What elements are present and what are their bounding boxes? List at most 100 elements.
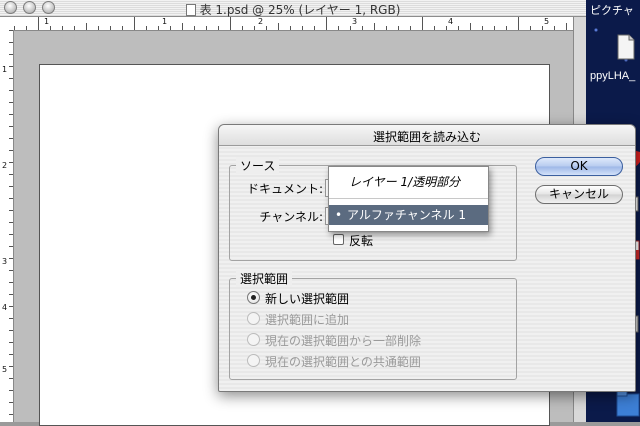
ruler-tick xyxy=(9,318,13,319)
ruler-tick xyxy=(14,26,15,30)
ruler-tick xyxy=(9,126,13,127)
ruler-tick xyxy=(9,270,13,271)
ruler-number: 2 xyxy=(2,161,8,170)
ruler-tick xyxy=(9,42,13,43)
document-titlebar[interactable]: 表 1.psd @ 25% (レイヤー 1, RGB) xyxy=(0,0,586,17)
ruler-tick xyxy=(350,26,351,30)
ruler-tick xyxy=(302,26,303,30)
load-selection-dialog: 選択範囲を読み込む ソース ドキュメント: チャンネル: 反転 選択範囲 新しい… xyxy=(218,124,636,392)
ruler-tick xyxy=(110,26,111,30)
horizontal-ruler[interactable]: 1 1 2 3 4 5 xyxy=(0,17,573,31)
ruler-tick xyxy=(194,26,195,30)
ruler-tick xyxy=(9,306,13,307)
ruler-tick xyxy=(9,402,13,403)
ruler-tick xyxy=(9,66,13,67)
channel-popup-menu: レイヤー 1/透明部分 • アルファチャンネル 1 xyxy=(328,166,489,232)
menu-item-alpha-channel[interactable]: • アルファチャンネル 1 xyxy=(329,205,488,225)
menu-bullet-icon: • xyxy=(335,208,343,222)
ruler-tick xyxy=(9,150,13,151)
ruler-tick xyxy=(9,246,13,247)
invert-label[interactable]: 反転 xyxy=(349,232,373,249)
radio-add-to-selection[interactable] xyxy=(247,312,260,325)
ruler-number: 3 xyxy=(352,17,358,26)
ruler-tick xyxy=(9,198,13,199)
ruler-tick xyxy=(9,390,13,391)
invert-checkbox[interactable] xyxy=(333,234,344,245)
ruler-tick xyxy=(146,26,147,30)
ruler-tick xyxy=(9,258,13,259)
radio-subtract-from-selection-label[interactable]: 現在の選択範囲から一部削除 xyxy=(265,332,421,349)
radio-intersect-selection-label[interactable]: 現在の選択範囲との共通範囲 xyxy=(265,353,421,370)
radio-new-selection[interactable] xyxy=(247,291,260,304)
ruler-tick xyxy=(230,17,231,30)
ruler-tick xyxy=(9,342,13,343)
ruler-tick xyxy=(9,174,13,175)
ruler-tick xyxy=(530,26,531,30)
ruler-number: 1 xyxy=(2,65,8,74)
ruler-tick xyxy=(9,414,13,415)
ruler-tick xyxy=(518,17,519,30)
dialog-title: 選択範囲を読み込む xyxy=(372,130,481,144)
menu-item-layer-transparency[interactable]: レイヤー 1/透明部分 xyxy=(329,173,488,191)
source-group-legend: ソース xyxy=(236,157,280,174)
radio-add-to-selection-label[interactable]: 選択範囲に追加 xyxy=(265,311,349,328)
ruler-tick xyxy=(26,26,27,30)
ruler-tick xyxy=(182,23,183,30)
ruler-tick xyxy=(170,26,171,30)
vertical-ruler[interactable]: 1 2 3 4 5 xyxy=(0,30,14,422)
ruler-number: 5 xyxy=(2,365,8,374)
ruler-tick xyxy=(9,30,13,31)
ruler-tick xyxy=(266,26,267,30)
radio-subtract-from-selection[interactable] xyxy=(247,333,260,346)
cancel-button[interactable]: キャンセル xyxy=(535,185,623,204)
ruler-tick xyxy=(9,282,13,283)
ruler-tick xyxy=(410,26,411,30)
ruler-tick xyxy=(9,366,13,367)
radio-new-selection-label[interactable]: 新しい選択範囲 xyxy=(265,290,349,307)
ruler-tick xyxy=(542,26,543,30)
menu-separator xyxy=(329,198,488,199)
ruler-tick xyxy=(9,330,13,331)
document-title: 表 1.psd @ 25% (レイヤー 1, RGB) xyxy=(0,1,586,18)
dialog-titlebar[interactable]: 選択範囲を読み込む xyxy=(219,125,635,146)
desktop-label-pictures[interactable]: ピクチャ xyxy=(590,2,634,18)
ruler-tick xyxy=(74,26,75,30)
ruler-tick xyxy=(9,90,13,91)
ruler-number: 1 xyxy=(44,17,50,26)
ruler-tick xyxy=(134,17,135,30)
ruler-tick xyxy=(9,114,13,115)
document-label: ドキュメント: xyxy=(246,182,323,196)
ruler-tick xyxy=(158,26,159,30)
ruler-tick xyxy=(470,23,471,30)
ruler-tick xyxy=(362,26,363,30)
ruler-tick xyxy=(9,78,13,79)
ruler-tick xyxy=(398,26,399,30)
desktop-label-file[interactable]: ppyLHA_ xyxy=(590,70,635,82)
ruler-number: 1 xyxy=(162,17,168,26)
ruler-number: 5 xyxy=(544,17,550,26)
document-icon[interactable] xyxy=(616,34,636,60)
ruler-tick xyxy=(422,17,423,30)
ruler-tick xyxy=(434,26,435,30)
ruler-tick xyxy=(122,26,123,30)
ruler-number: 3 xyxy=(2,257,8,266)
ruler-tick xyxy=(62,26,63,30)
ruler-tick xyxy=(86,23,87,30)
ruler-tick xyxy=(9,54,13,55)
ruler-tick xyxy=(374,23,375,30)
ruler-tick xyxy=(386,26,387,30)
radio-intersect-selection[interactable] xyxy=(247,354,260,367)
ruler-tick xyxy=(9,210,13,211)
ruler-tick xyxy=(9,186,13,187)
ruler-tick xyxy=(326,17,327,30)
ruler-tick xyxy=(242,26,243,30)
folder-icon[interactable] xyxy=(616,388,640,418)
ruler-tick xyxy=(9,294,13,295)
ruler-tick xyxy=(290,26,291,30)
ruler-tick xyxy=(482,26,483,30)
ruler-tick xyxy=(338,26,339,30)
ruler-tick xyxy=(9,162,13,163)
ok-button[interactable]: OK xyxy=(535,157,623,176)
ruler-tick xyxy=(278,23,279,30)
ruler-number: 4 xyxy=(2,303,8,312)
